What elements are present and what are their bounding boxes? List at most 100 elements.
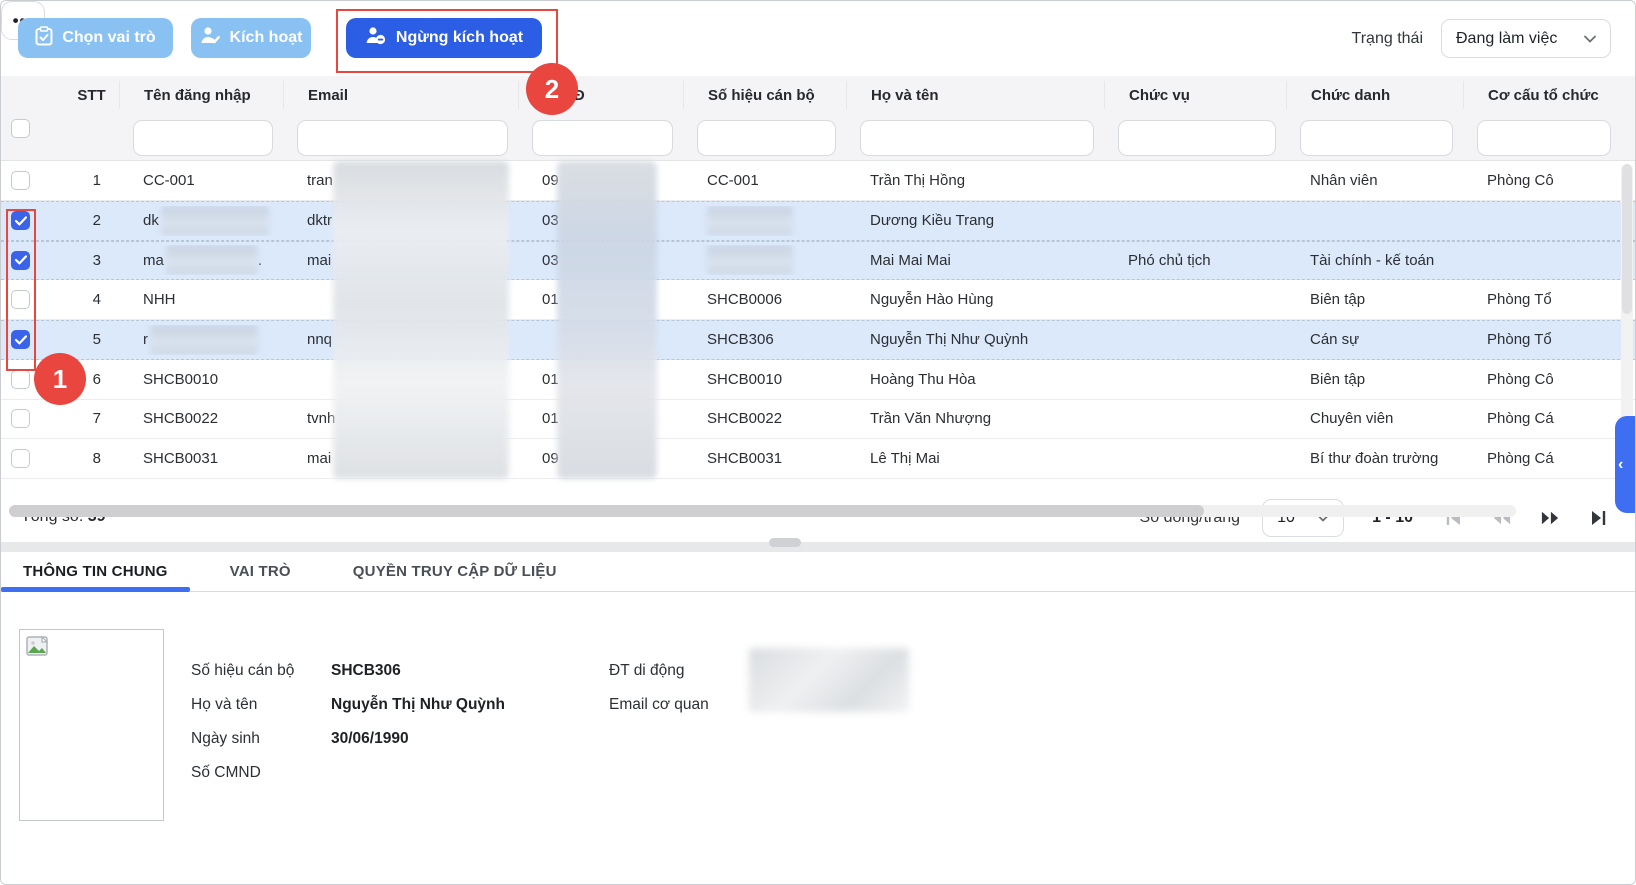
row-checkbox[interactable] [11,251,30,270]
detail-panel: THÔNG TIN CHUNG VAI TRÒ QUYỀN TRUY CẬP DỮ … [1,552,1635,885]
panel-resize-handle[interactable] [769,538,801,547]
cell-title: Chuyên viên [1286,410,1463,427]
row-checkbox[interactable] [11,290,30,309]
detail-fields-left: Số hiệu cán bộSHCB306Họ và tênNguyễn Thị… [191,654,505,790]
column-header-5[interactable]: Họ và tên [846,81,1104,109]
cell-title: Tài chính - kế toán [1286,252,1463,269]
table-row[interactable]: 5rnnqSHCB306Nguyễn Thị Như QuỳnhCán sựPh… [1,320,1635,360]
table-row[interactable]: 1CC-001tran09CC-001Trần Thị HồngNhân viê… [1,161,1635,201]
next-page-button[interactable] [1537,505,1563,531]
last-page-button[interactable] [1585,505,1611,531]
detail-field-value: 30/06/1990 [331,730,409,748]
tab-2[interactable]: QUYỀN TRUY CẬP DỮ LIỆU [331,552,579,591]
cell-login: r [119,325,283,355]
cell-stt: 3 [64,252,119,269]
next-page-icon [1541,510,1559,526]
detail-tabs: THÔNG TIN CHUNG VAI TRÒ QUYỀN TRUY CẬP DỮ … [1,552,1635,592]
status-select-value: Đang làm việc [1456,30,1557,48]
column-header-4[interactable]: Số hiệu cán bộ [683,81,846,109]
cell-name: Nguyễn Hào Hùng [846,291,1104,308]
row-checkbox[interactable] [11,449,30,468]
detail-field-label: Số hiệu cán bộ [191,662,331,680]
table-row[interactable]: 6SHCB001001SHCB0010Hoàng Thu HòaBiên tập… [1,360,1635,400]
cell-code: SHCB0006 [683,291,846,308]
filter-input-tên-đăng-nhập[interactable] [133,120,273,156]
table-row[interactable]: 3ma.mai03 Mai Mai MaiPhó chủ tịchTài chín… [1,241,1635,281]
column-header-2[interactable]: Email [283,81,518,109]
choose-role-button[interactable]: Chọn vai trò [18,18,173,58]
detail-field-label: Số CMND [191,764,331,782]
row-checkbox[interactable] [11,330,30,349]
filter-input-email[interactable] [297,120,508,156]
row-checkbox[interactable] [11,370,30,389]
cell-org: Phòng Cô [1463,371,1621,388]
cell-name: Mai Mai Mai [846,252,1104,269]
cell-position: Phó chủ tịch [1104,252,1286,269]
cell-title: Biên tập [1286,291,1463,308]
tab-1[interactable]: VAI TRÒ [208,552,313,591]
cell-name: Hoàng Thu Hòa [846,371,1104,388]
row-checkbox[interactable] [11,211,30,230]
cell-stt: 6 [64,371,119,388]
code-privacy-blur [707,245,793,275]
status-select[interactable]: Đang làm việc [1441,19,1611,58]
table-row[interactable]: 4NHH01SHCB0006Nguyễn Hào HùngBiên tậpPhò… [1,280,1635,320]
cell-email: tvnh [283,410,518,427]
filter-input-đtdđ[interactable] [532,120,673,156]
column-header-7[interactable]: Chức danh [1286,81,1463,109]
cell-code [683,245,846,275]
contact-privacy-blur [749,648,909,712]
login-privacy-blur [150,325,258,355]
cell-phone: 09 [518,450,683,467]
cell-phone: 03 [518,212,683,229]
deactivate-button[interactable]: Ngừng kích hoạt [346,18,542,58]
column-header-8[interactable]: Cơ cấu tổ chức [1463,81,1621,109]
cell-login: ma. [119,245,283,275]
clipboard-check-icon [35,26,53,51]
side-panel-toggle[interactable]: ‹ [1615,416,1636,513]
filter-input-chức-danh[interactable] [1300,120,1453,156]
filter-input-họ-và-tên[interactable] [860,120,1094,156]
cell-stt: 5 [64,331,119,348]
select-all-checkbox[interactable] [11,119,30,138]
row-checkbox[interactable] [11,409,30,428]
table-row[interactable]: 8SHCB0031mai09SHCB0031Lê Thị MaiBí thư đ… [1,439,1635,479]
user-check-icon [200,26,221,50]
detail-field-label: Họ và tên [191,696,331,714]
cell-name: Trần Thị Hồng [846,172,1104,189]
cell-org: Phòng Tổ [1463,291,1621,308]
cell-login: NHH [119,291,283,308]
cell-title: Biên tập [1286,371,1463,388]
login-privacy-blur [166,245,258,275]
filter-input-chức-vụ[interactable] [1118,120,1276,156]
cell-title: Nhân viên [1286,172,1463,189]
filter-input-cơ-cấu-tổ-chức[interactable] [1477,120,1611,156]
column-header-3[interactable]: ĐTDĐ [518,81,683,109]
cell-email: mai [283,252,518,269]
tab-0[interactable]: THÔNG TIN CHUNG [1,552,190,591]
cell-login: dk [119,206,283,236]
cell-name: Dương Kiều Trang [846,212,1104,229]
table-row[interactable]: 7SHCB0022tvnh01SHCB0022Trần Văn NhượngCh… [1,400,1635,440]
activate-button[interactable]: Kích hoạt [191,18,311,58]
cell-phone: 01 [518,410,683,427]
chevron-left-icon: ‹ [1618,456,1623,474]
horizontal-scrollbar[interactable] [9,505,1516,517]
table-row[interactable]: 2dkdktr03Dương Kiều Trang [1,201,1635,241]
toolbar: Chọn vai trò Kích hoạt Ngừng kích hoạt •… [1,1,1635,76]
cell-email: mai [283,450,518,467]
cell-code: CC-001 [683,172,846,189]
detail-fields-right: ĐT di độngEmail cơ quan [609,654,749,722]
cell-phone: 03 [518,252,683,269]
cell-stt: 1 [64,172,119,189]
row-checkbox[interactable] [11,171,30,190]
column-header-6[interactable]: Chức vụ [1104,81,1286,109]
cell-login: CC-001 [119,172,283,189]
column-header-1[interactable]: Tên đăng nhập [119,81,283,109]
filter-input-số-hiệu-cán-bộ[interactable] [697,120,836,156]
cell-code: SHCB306 [683,331,846,348]
column-header-0[interactable]: STT [64,81,119,109]
cell-email: nnq [283,331,518,348]
cell-login: SHCB0022 [119,410,283,427]
app-window: Chọn vai trò Kích hoạt Ngừng kích hoạt •… [0,0,1636,885]
